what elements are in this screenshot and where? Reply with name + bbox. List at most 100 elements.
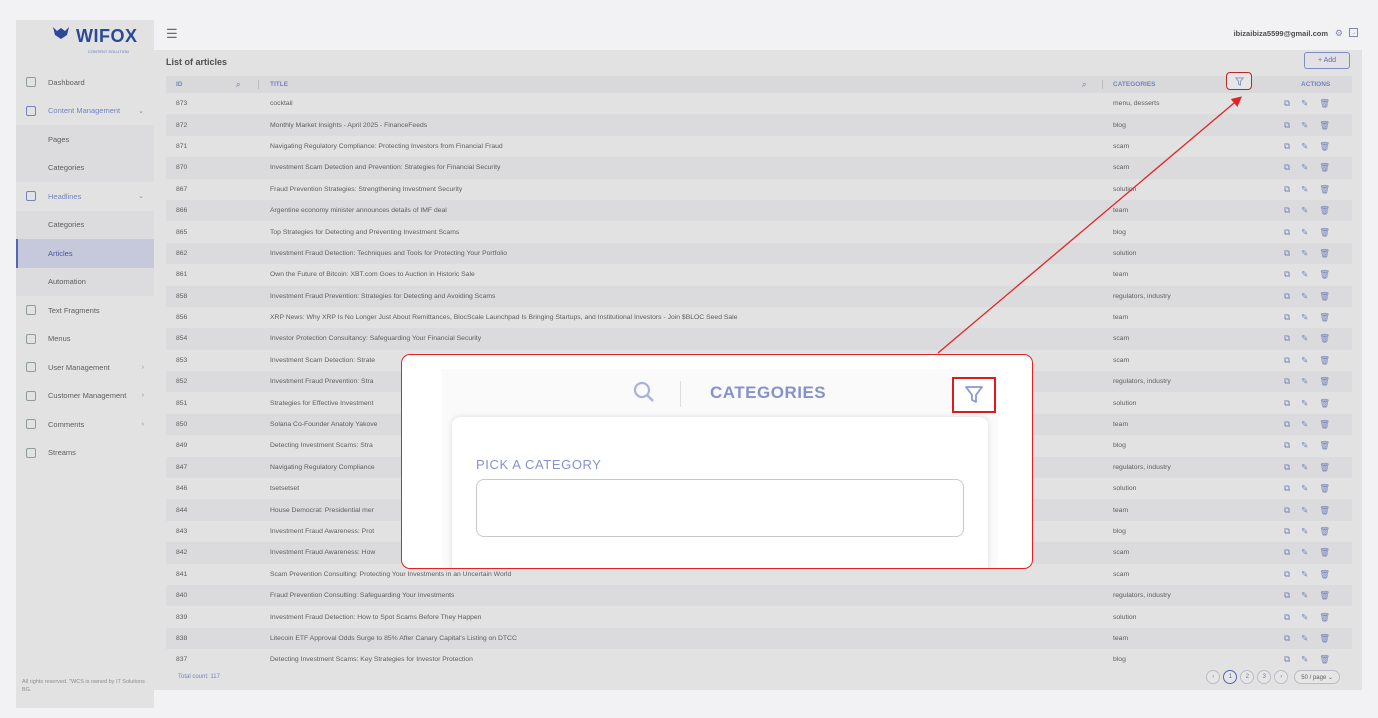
sidebar-item-pages[interactable]: Pages xyxy=(16,125,154,154)
delete-icon[interactable]: 🗑 xyxy=(1319,227,1330,238)
delete-icon[interactable]: 🗑 xyxy=(1319,526,1330,537)
delete-icon[interactable]: 🗑 xyxy=(1319,162,1330,173)
copy-icon[interactable]: ⧉ xyxy=(1284,205,1290,216)
table-row[interactable]: 866 Argentine economy minister announces … xyxy=(166,199,1352,222)
search-icon[interactable] xyxy=(632,380,656,410)
delete-icon[interactable]: 🗑 xyxy=(1319,141,1330,152)
column-header-categories[interactable]: CATEGORIES xyxy=(1113,81,1156,88)
sidebar-item-categories[interactable]: Categories xyxy=(16,210,154,239)
table-row[interactable]: 838 Litecoin ETF Approval Odds Surge to 8… xyxy=(166,627,1352,650)
table-row[interactable]: 837 Detecting Investment Scams: Key Strat… xyxy=(166,649,1352,670)
edit-icon[interactable]: ✎ xyxy=(1301,462,1308,473)
copy-icon[interactable]: ⧉ xyxy=(1284,526,1290,537)
hamburger-menu-icon[interactable]: ☰ xyxy=(166,26,178,42)
copy-icon[interactable]: ⧉ xyxy=(1284,376,1290,387)
copy-icon[interactable]: ⧉ xyxy=(1284,612,1290,623)
copy-icon[interactable]: ⧉ xyxy=(1284,141,1290,152)
copy-icon[interactable]: ⧉ xyxy=(1284,440,1290,451)
column-header-title[interactable]: TITLE xyxy=(270,81,288,88)
table-row[interactable]: 872 Monthly Market Insights - April 2025 … xyxy=(166,114,1352,136)
edit-icon[interactable]: ✎ xyxy=(1301,312,1308,323)
edit-icon[interactable]: ✎ xyxy=(1301,483,1308,494)
copy-icon[interactable]: ⧉ xyxy=(1284,398,1290,409)
sidebar-item-text-fragments[interactable]: Text Fragments xyxy=(16,296,154,325)
table-row[interactable]: 871 Navigating Regulatory Compliance: Pro… xyxy=(166,136,1352,157)
edit-icon[interactable]: ✎ xyxy=(1301,141,1308,152)
sidebar-item-comments[interactable]: Comments › xyxy=(16,410,154,439)
sidebar-item-content-management[interactable]: Content Management ⌄ xyxy=(16,97,154,126)
edit-icon[interactable]: ✎ xyxy=(1301,569,1308,580)
delete-icon[interactable]: 🗑 xyxy=(1319,269,1330,280)
user-email[interactable]: ibizaibiza5599@gmail.com xyxy=(1234,29,1328,38)
copy-icon[interactable]: ⧉ xyxy=(1284,184,1290,195)
categories-filter-icon[interactable] xyxy=(1226,72,1252,90)
id-search-icon[interactable]: ⌕ xyxy=(236,80,240,90)
edit-icon[interactable]: ✎ xyxy=(1301,269,1308,280)
sidebar-item-user-management[interactable]: User Management › xyxy=(16,353,154,382)
edit-icon[interactable]: ✎ xyxy=(1301,398,1308,409)
logout-icon[interactable]: → xyxy=(1349,28,1358,37)
edit-icon[interactable]: ✎ xyxy=(1301,355,1308,366)
copy-icon[interactable]: ⧉ xyxy=(1284,483,1290,494)
sidebar-item-dashboard[interactable]: Dashboard xyxy=(16,68,154,97)
edit-icon[interactable]: ✎ xyxy=(1301,98,1308,109)
table-row[interactable]: 862 Investment Fraud Detection: Technique… xyxy=(166,242,1352,265)
delete-icon[interactable]: 🗑 xyxy=(1319,590,1330,601)
copy-icon[interactable]: ⧉ xyxy=(1284,505,1290,516)
copy-icon[interactable]: ⧉ xyxy=(1284,547,1290,558)
copy-icon[interactable]: ⧉ xyxy=(1284,419,1290,430)
delete-icon[interactable]: 🗑 xyxy=(1319,98,1330,109)
delete-icon[interactable]: 🗑 xyxy=(1319,547,1330,558)
table-row[interactable]: 861 Own the Future of Bitcoin: XBT.com Go… xyxy=(166,264,1352,285)
sidebar-item-streams[interactable]: Streams xyxy=(16,439,154,468)
table-row[interactable]: 865 Top Strategies for Detecting and Prev… xyxy=(166,221,1352,242)
page-3-button[interactable]: 3 xyxy=(1257,670,1272,684)
copy-icon[interactable]: ⧉ xyxy=(1284,227,1290,238)
sidebar-item-articles[interactable]: Articles xyxy=(16,239,154,268)
edit-icon[interactable]: ✎ xyxy=(1301,654,1308,665)
filter-icon[interactable] xyxy=(952,377,996,413)
edit-icon[interactable]: ✎ xyxy=(1301,590,1308,601)
page-size-select[interactable]: 50 / page ⌄ xyxy=(1294,670,1340,684)
edit-icon[interactable]: ✎ xyxy=(1301,376,1308,387)
edit-icon[interactable]: ✎ xyxy=(1301,333,1308,344)
gear-icon[interactable]: ⚙ xyxy=(1335,28,1343,39)
edit-icon[interactable]: ✎ xyxy=(1301,120,1308,131)
delete-icon[interactable]: 🗑 xyxy=(1319,120,1330,131)
edit-icon[interactable]: ✎ xyxy=(1301,547,1308,558)
copy-icon[interactable]: ⧉ xyxy=(1284,633,1290,644)
copy-icon[interactable]: ⧉ xyxy=(1284,98,1290,109)
delete-icon[interactable]: 🗑 xyxy=(1319,483,1330,494)
delete-icon[interactable]: 🗑 xyxy=(1319,333,1330,344)
copy-icon[interactable]: ⧉ xyxy=(1284,590,1290,601)
delete-icon[interactable]: 🗑 xyxy=(1319,569,1330,580)
copy-icon[interactable]: ⧉ xyxy=(1284,120,1290,131)
table-row[interactable]: 873 cocktail menu, desserts ⧉ ✎ 🗑 xyxy=(166,93,1352,114)
sidebar-item-automation[interactable]: Automation xyxy=(16,267,154,296)
page-1-button[interactable]: 1 xyxy=(1223,670,1238,684)
copy-icon[interactable]: ⧉ xyxy=(1284,569,1290,580)
edit-icon[interactable]: ✎ xyxy=(1301,248,1308,259)
sidebar-item-customer-management[interactable]: Customer Management › xyxy=(16,382,154,411)
add-article-button[interactable]: + Add xyxy=(1304,52,1350,69)
delete-icon[interactable]: 🗑 xyxy=(1319,462,1330,473)
edit-icon[interactable]: ✎ xyxy=(1301,633,1308,644)
delete-icon[interactable]: 🗑 xyxy=(1319,376,1330,387)
table-row[interactable]: 867 Fraud Prevention Strategies: Strength… xyxy=(166,179,1352,200)
table-row[interactable]: 858 Investment Fraud Prevention: Strategi… xyxy=(166,285,1352,307)
delete-icon[interactable]: 🗑 xyxy=(1319,505,1330,516)
delete-icon[interactable]: 🗑 xyxy=(1319,205,1330,216)
copy-icon[interactable]: ⧉ xyxy=(1284,333,1290,344)
delete-icon[interactable]: 🗑 xyxy=(1319,633,1330,644)
delete-icon[interactable]: 🗑 xyxy=(1319,312,1330,323)
category-select-input[interactable] xyxy=(476,479,964,537)
delete-icon[interactable]: 🗑 xyxy=(1319,419,1330,430)
table-row[interactable]: 840 Fraud Prevention Consulting: Safeguar… xyxy=(166,584,1352,607)
edit-icon[interactable]: ✎ xyxy=(1301,227,1308,238)
edit-icon[interactable]: ✎ xyxy=(1301,440,1308,451)
table-row[interactable]: 870 Investment Scam Detection and Prevent… xyxy=(166,157,1352,179)
delete-icon[interactable]: 🗑 xyxy=(1319,291,1330,302)
sidebar-item-categories[interactable]: Categories xyxy=(16,153,154,182)
copy-icon[interactable]: ⧉ xyxy=(1284,355,1290,366)
edit-icon[interactable]: ✎ xyxy=(1301,612,1308,623)
